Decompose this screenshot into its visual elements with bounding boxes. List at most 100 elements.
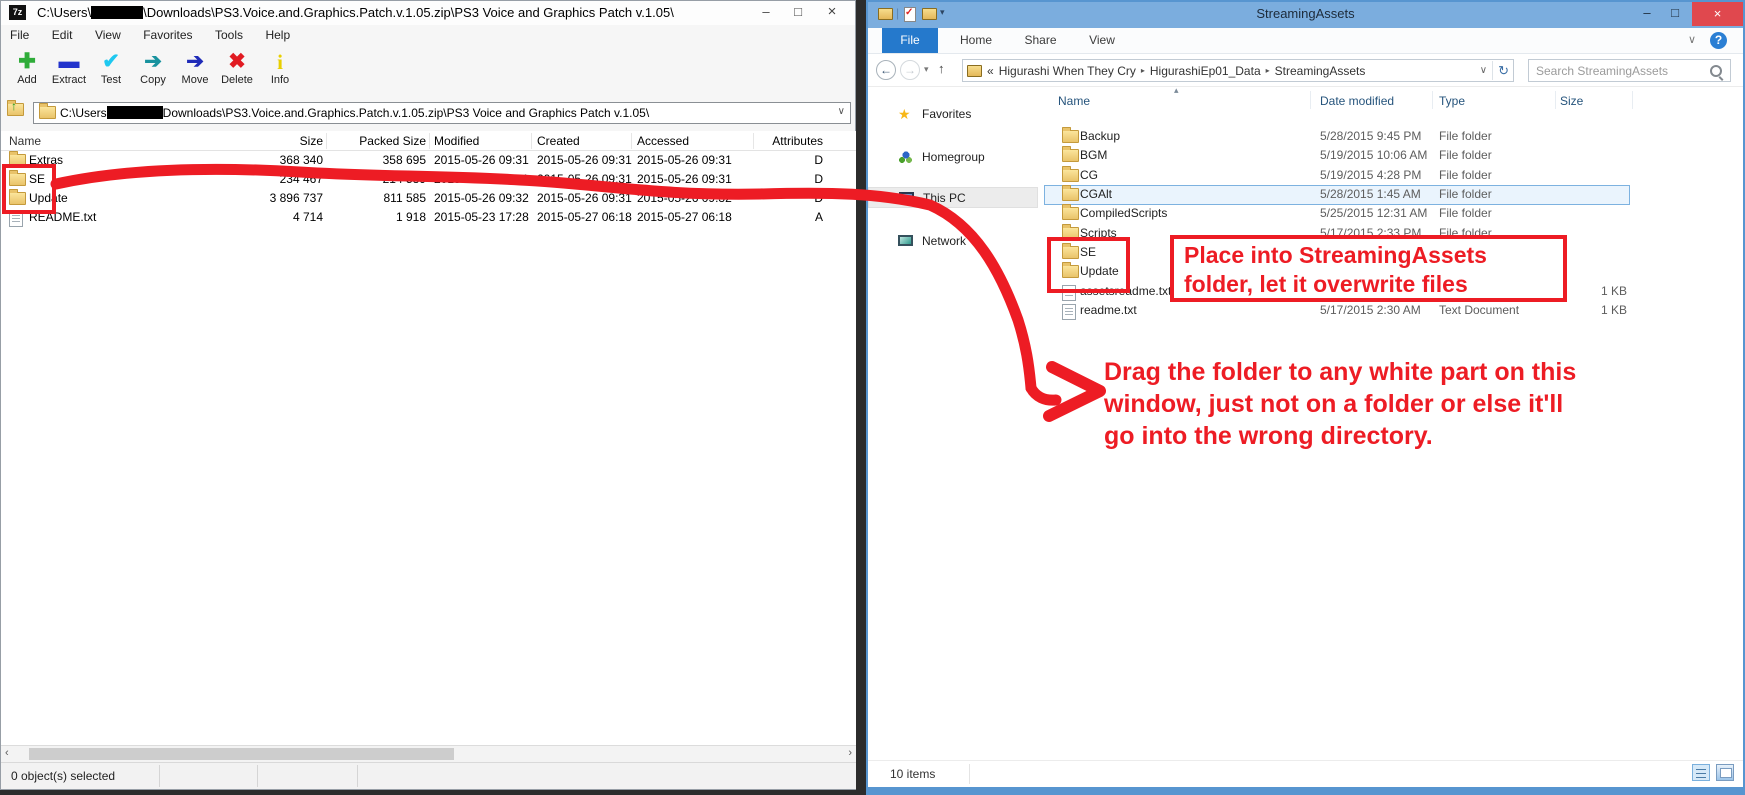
- column-divider[interactable]: [429, 133, 430, 149]
- sidebar-item-network[interactable]: Network: [868, 231, 1038, 252]
- sidebar-item-label: Network: [922, 234, 966, 248]
- column-header-name[interactable]: Name: [1058, 94, 1090, 108]
- items-count: 10 items: [890, 767, 935, 781]
- column-divider[interactable]: [753, 133, 754, 149]
- add-icon: ✚: [6, 48, 48, 76]
- extract-button[interactable]: ▬Extract: [48, 48, 90, 98]
- table-row-update[interactable]: Update 3 896 737 811 585 2015-05-26 09:3…: [1, 189, 856, 208]
- sidebar-item-homegroup[interactable]: Homegroup: [868, 147, 1038, 168]
- list-item-assetsreadme[interactable]: assetsreadme.txt 1 KB: [1042, 282, 1732, 301]
- details-view-icon[interactable]: [1692, 764, 1710, 781]
- info-button[interactable]: iInfo: [259, 48, 301, 98]
- tab-home[interactable]: Home: [950, 28, 1002, 53]
- scroll-left-arrow[interactable]: ‹: [5, 747, 9, 759]
- list-item-scripts[interactable]: Scripts 5/17/2015 2:33 PM File folder: [1042, 224, 1732, 243]
- address-dropdown-icon[interactable]: ∨: [838, 106, 845, 117]
- list-item-readme[interactable]: readme.txt 5/17/2015 2:30 AM Text Docume…: [1042, 301, 1732, 320]
- table-row-se[interactable]: SE 234 467 214 589 2015-05-26 09:31 2015…: [1, 170, 856, 189]
- sevenzip-menubar: File Edit View Favorites Tools Help: [1, 25, 855, 46]
- back-button[interactable]: ←: [876, 60, 896, 80]
- address-bar[interactable]: C:\UsersDownloads\PS3.Voice.and.Graphics…: [33, 102, 851, 124]
- scroll-right-arrow[interactable]: ›: [848, 747, 852, 759]
- help-icon[interactable]: ?: [1710, 32, 1727, 49]
- sidebar-item-this-pc[interactable]: This PC: [868, 187, 1038, 208]
- column-header-modified[interactable]: Modified: [434, 134, 479, 148]
- up-button[interactable]: ↑: [938, 61, 945, 76]
- column-header-type[interactable]: Type: [1439, 94, 1465, 108]
- menu-help[interactable]: Help: [256, 25, 299, 42]
- list-item-cg[interactable]: CG 5/19/2015 4:28 PM File folder: [1042, 166, 1732, 185]
- menu-tools[interactable]: Tools: [206, 25, 252, 42]
- list-item-backup[interactable]: Backup 5/28/2015 9:45 PM File folder: [1042, 127, 1732, 146]
- address-dropdown-icon[interactable]: ∨: [1480, 65, 1487, 76]
- list-item-compiledscripts[interactable]: CompiledScripts 5/25/2015 12:31 AM File …: [1042, 204, 1732, 223]
- test-button[interactable]: ✔Test: [90, 48, 132, 98]
- address-bar[interactable]: « Higurashi When They Cry ▸ HigurashiEp0…: [962, 59, 1514, 82]
- cell-type: Text Document: [1439, 303, 1519, 317]
- breadcrumb-item[interactable]: HigurashiEp01_Data: [1150, 64, 1261, 78]
- table-row-readme[interactable]: README.txt 4 714 1 918 2015-05-23 17:28 …: [1, 208, 856, 227]
- column-header-created[interactable]: Created: [537, 134, 580, 148]
- column-divider[interactable]: [531, 133, 532, 149]
- column-divider[interactable]: [631, 133, 632, 149]
- list-item-se[interactable]: SE: [1042, 243, 1732, 262]
- refresh-icon[interactable]: ↻: [1498, 63, 1509, 79]
- list-item-cgalt[interactable]: CGAlt 5/28/2015 1:45 AM File folder: [1042, 185, 1732, 204]
- tab-view[interactable]: View: [1078, 28, 1126, 53]
- copy-button[interactable]: ➔Copy: [132, 48, 174, 98]
- column-divider[interactable]: [1632, 91, 1633, 109]
- list-item-update[interactable]: Update: [1042, 262, 1732, 281]
- column-divider[interactable]: [1310, 91, 1311, 109]
- file-list[interactable]: ▴ Name Date modified Type Size Backup 5/…: [1042, 87, 1742, 760]
- close-button[interactable]: ×: [1692, 2, 1743, 26]
- column-divider[interactable]: [326, 133, 327, 149]
- column-header-attributes[interactable]: Attributes: [769, 134, 823, 148]
- column-header-date-modified[interactable]: Date modified: [1320, 94, 1394, 108]
- cell-date: 5/19/2015 10:06 AM: [1320, 148, 1427, 162]
- tab-share[interactable]: Share: [1014, 28, 1067, 53]
- list-item-bgm[interactable]: BGM 5/19/2015 10:06 AM File folder: [1042, 146, 1732, 165]
- forward-button[interactable]: →: [900, 60, 920, 80]
- maximize-button[interactable]: □: [1662, 4, 1688, 23]
- delete-button[interactable]: ✖Delete: [216, 48, 258, 98]
- column-header-size[interactable]: Size: [231, 134, 323, 148]
- ribbon-minimize-icon[interactable]: ∨: [1688, 33, 1696, 46]
- breadcrumb-item[interactable]: Higurashi When They Cry: [999, 64, 1136, 78]
- thumbnail-view-icon[interactable]: [1716, 764, 1734, 781]
- maximize-button[interactable]: □: [785, 3, 811, 22]
- history-dropdown-icon[interactable]: ▾: [924, 64, 929, 75]
- cell-date: 5/17/2015 2:30 AM: [1320, 303, 1421, 317]
- status-divider: [257, 765, 258, 787]
- parent-folder-button[interactable]: ↑: [7, 103, 29, 124]
- scrollbar-thumb[interactable]: [29, 748, 454, 760]
- sevenzip-titlebar[interactable]: 7z C:\Users\\Downloads\PS3.Voice.and.Gra…: [1, 1, 855, 25]
- explorer-titlebar[interactable]: | ▾ StreamingAssets – □ ×: [868, 2, 1743, 28]
- folder-icon: [1062, 130, 1079, 143]
- minimize-button[interactable]: –: [1634, 4, 1660, 23]
- column-header-packed-size[interactable]: Packed Size: [331, 134, 426, 148]
- breadcrumb-overflow[interactable]: «: [987, 64, 994, 78]
- minimize-button[interactable]: –: [753, 3, 779, 22]
- close-button[interactable]: ×: [819, 3, 845, 22]
- tab-file[interactable]: File: [882, 28, 938, 53]
- search-icon[interactable]: [1710, 65, 1722, 77]
- sidebar-item-favorites[interactable]: ★ Favorites: [868, 104, 1038, 125]
- column-divider[interactable]: [1555, 91, 1556, 109]
- status-divider: [159, 765, 160, 787]
- column-header-size[interactable]: Size: [1560, 94, 1583, 108]
- sevenzip-file-list[interactable]: Extras 368 340 358 695 2015-05-26 09:31 …: [1, 151, 856, 745]
- menu-edit[interactable]: Edit: [43, 25, 82, 42]
- search-box[interactable]: Search StreamingAssets: [1528, 59, 1731, 82]
- breadcrumb-item[interactable]: StreamingAssets: [1275, 64, 1366, 78]
- add-button[interactable]: ✚Add: [6, 48, 48, 98]
- menu-view[interactable]: View: [86, 25, 130, 42]
- cell-name: SE: [1080, 245, 1096, 259]
- menu-favorites[interactable]: Favorites: [134, 25, 201, 42]
- column-header-accessed[interactable]: Accessed: [637, 134, 689, 148]
- table-row-extras[interactable]: Extras 368 340 358 695 2015-05-26 09:31 …: [1, 151, 856, 170]
- column-header-name[interactable]: Name: [9, 134, 41, 148]
- horizontal-scrollbar[interactable]: ‹ ›: [1, 745, 856, 762]
- move-button[interactable]: ➔Move: [174, 48, 216, 98]
- menu-file[interactable]: File: [1, 25, 38, 42]
- column-divider[interactable]: [1432, 91, 1433, 109]
